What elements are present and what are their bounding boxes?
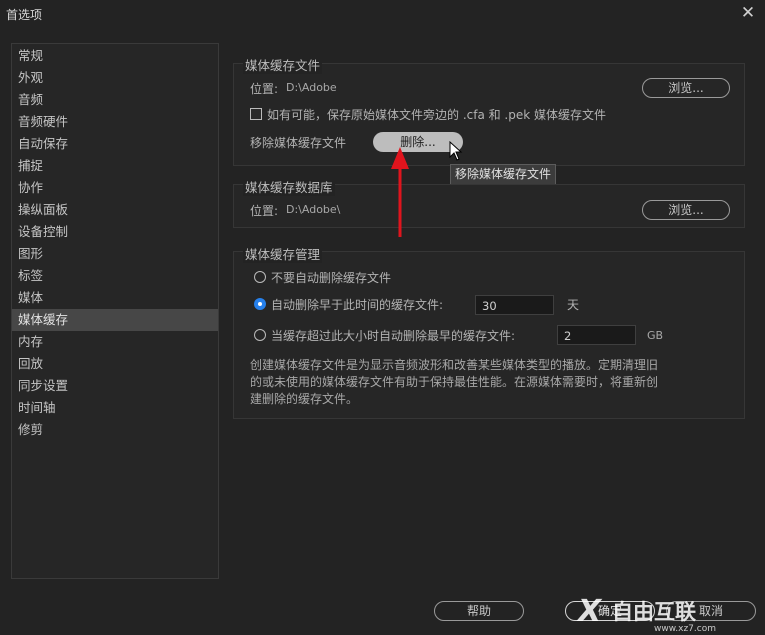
cache-db-browse-button[interactable]: 浏览... <box>642 200 730 220</box>
cache-db-location-value: D:\Adobe\ <box>286 203 341 216</box>
sidebar-item[interactable]: 内存 <box>12 331 218 353</box>
keep-beside-source-label: 如有可能，保存原始媒体文件旁边的 .cfa 和 .pek 媒体缓存文件 <box>267 108 607 122</box>
sidebar-item[interactable]: 媒体缓存 <box>12 309 218 331</box>
cache-db-title: 媒体缓存数据库 <box>243 177 335 196</box>
sidebar-item[interactable]: 外观 <box>12 67 218 89</box>
sidebar-item[interactable]: 自动保存 <box>12 133 218 155</box>
remove-cache-label: 移除媒体缓存文件 <box>250 136 347 150</box>
sidebar-item[interactable]: 设备控制 <box>12 221 218 243</box>
radio-no-auto-delete[interactable] <box>254 271 266 283</box>
title-bar: 首选项 ✕ <box>0 0 765 28</box>
sidebar-item[interactable]: 修剪 <box>12 419 218 441</box>
cache-mgmt-title: 媒体缓存管理 <box>243 244 323 263</box>
radio-delete-older[interactable] <box>254 298 266 310</box>
svg-text:自由互联: 自由互联 <box>612 600 696 624</box>
help-button[interactable]: 帮助 <box>434 601 524 621</box>
sidebar-item[interactable]: 操纵面板 <box>12 199 218 221</box>
size-unit: GB <box>647 329 664 342</box>
watermark-logo: X 自由互联 www.xz7.com <box>576 594 716 633</box>
sidebar-item[interactable]: 回放 <box>12 353 218 375</box>
sidebar-item[interactable]: 协作 <box>12 177 218 199</box>
cache-files-browse-button[interactable]: 浏览... <box>642 78 730 98</box>
sidebar-item[interactable]: 时间轴 <box>12 397 218 419</box>
days-input[interactable]: 30 <box>475 295 554 315</box>
cache-files-location-value: D:\Adobe <box>286 81 337 94</box>
keep-beside-source-checkbox[interactable] <box>250 108 262 120</box>
cache-description: 创建媒体缓存文件是为显示音频波形和改善某些媒体类型的播放。定期清理旧的或未使用的… <box>250 358 659 406</box>
cache-files-location-label: 位置: <box>250 82 279 96</box>
delete-tooltip: 移除媒体缓存文件 <box>450 164 557 185</box>
mouse-cursor-icon <box>449 141 463 161</box>
sidebar-item[interactable]: 音频 <box>12 89 218 111</box>
svg-text:www.xz7.com: www.xz7.com <box>654 624 716 633</box>
sidebar-item[interactable]: 同步设置 <box>12 375 218 397</box>
radio-delete-older-label: 自动删除早于此时间的缓存文件: <box>271 298 444 312</box>
annotation-arrow <box>391 147 409 237</box>
sidebar-item[interactable]: 媒体 <box>12 287 218 309</box>
days-unit: 天 <box>567 298 580 312</box>
cache-db-location-label: 位置: <box>250 204 279 218</box>
cache-files-title: 媒体缓存文件 <box>243 55 323 74</box>
window-title: 首选项 <box>6 8 43 22</box>
radio-delete-by-size-label: 当缓存超过此大小时自动删除最早的缓存文件: <box>271 329 516 343</box>
size-input[interactable]: 2 <box>557 325 636 345</box>
sidebar-item[interactable]: 标签 <box>12 265 218 287</box>
sidebar-item[interactable]: 音频硬件 <box>12 111 218 133</box>
svg-text:X: X <box>576 594 603 629</box>
sidebar-item[interactable]: 捕捉 <box>12 155 218 177</box>
radio-delete-by-size[interactable] <box>254 329 266 341</box>
sidebar: 常规 外观 音频 音频硬件 自动保存 捕捉 协作 操纵面板 设备控制 图形 标签 媒体 媒体缓存 内存 回放… <box>11 43 219 579</box>
sidebar-item[interactable]: 常规 <box>12 45 218 67</box>
sidebar-item[interactable]: 图形 <box>12 243 218 265</box>
close-icon[interactable]: ✕ <box>737 2 759 24</box>
radio-no-auto-delete-label: 不要自动删除缓存文件 <box>271 271 392 285</box>
